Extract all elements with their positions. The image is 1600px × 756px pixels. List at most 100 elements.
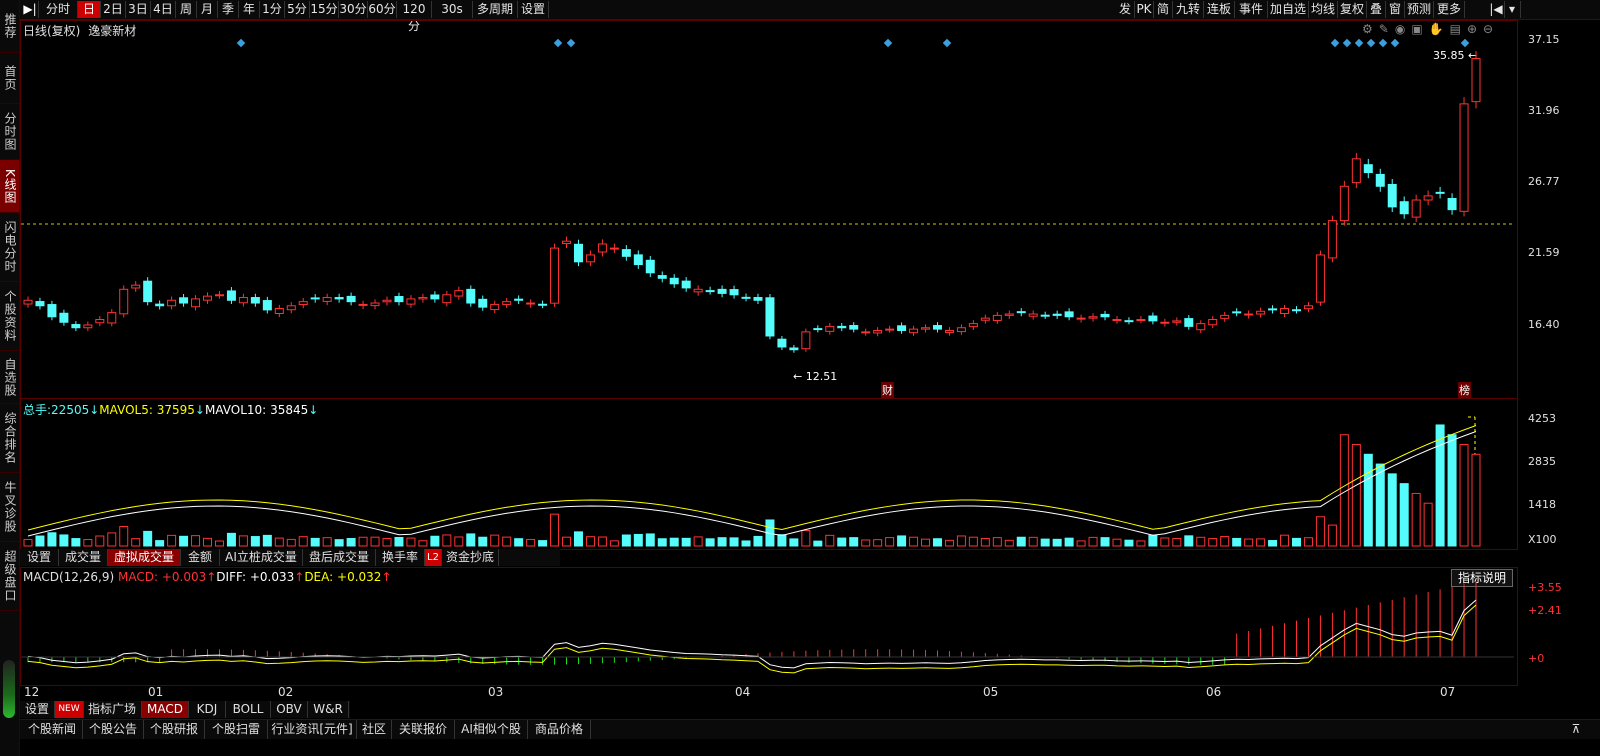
volume-bar xyxy=(131,538,141,547)
candle-body xyxy=(1160,321,1170,324)
volume-bar xyxy=(801,529,811,547)
candle-body xyxy=(418,297,428,300)
volume-bar xyxy=(526,538,536,547)
candle-body xyxy=(1028,313,1038,317)
candle-body xyxy=(1016,311,1026,314)
volume-bar xyxy=(621,534,631,547)
candle-body xyxy=(526,302,536,305)
candle-body xyxy=(1280,308,1290,314)
volume-bar xyxy=(1447,434,1457,547)
candle-body xyxy=(514,298,524,301)
candle-body xyxy=(203,295,213,301)
volume-bar xyxy=(71,538,81,547)
candle-body xyxy=(1040,314,1050,317)
candle-body xyxy=(274,308,284,314)
candle-body xyxy=(1339,185,1349,222)
candle-body xyxy=(944,329,954,333)
volume-bar xyxy=(1076,540,1086,547)
candle-body xyxy=(729,289,739,296)
volume-bar xyxy=(992,537,1002,547)
candle-body xyxy=(1268,308,1278,311)
volume-bar xyxy=(191,535,201,547)
candle-body xyxy=(1471,58,1481,103)
volume-bar xyxy=(502,536,512,547)
volume-bar xyxy=(1088,536,1098,547)
candle-body xyxy=(705,290,715,293)
volume-bar xyxy=(729,537,739,547)
candle-body xyxy=(1435,191,1445,194)
volume-bar xyxy=(897,535,907,547)
candle-body xyxy=(502,301,512,305)
candle-body xyxy=(322,297,332,302)
volume-bar xyxy=(179,535,189,547)
candle-body xyxy=(645,259,655,274)
volume-bar xyxy=(346,538,356,547)
volume-bar xyxy=(1375,463,1385,547)
volume-bar xyxy=(1363,453,1373,547)
candle-body xyxy=(47,304,57,318)
candle-body xyxy=(382,299,392,303)
volume-bar xyxy=(466,533,476,547)
candle-body xyxy=(921,327,931,330)
volume-bar xyxy=(1184,535,1194,547)
candle-body xyxy=(83,324,93,329)
candle-body xyxy=(1100,313,1110,318)
volume-bar xyxy=(490,534,500,547)
candle-body xyxy=(155,303,165,307)
volume-bar xyxy=(1112,538,1122,547)
candle-body xyxy=(801,331,811,350)
volume-bar xyxy=(1232,537,1242,547)
candle-body xyxy=(71,324,81,329)
candle-body xyxy=(1220,314,1230,319)
chart-graphics xyxy=(21,38,1514,674)
candle-body xyxy=(119,288,129,315)
volume-bar xyxy=(1268,540,1278,547)
candle-body xyxy=(873,329,883,334)
volume-bar xyxy=(286,538,296,547)
volume-bar xyxy=(250,536,260,547)
candle-body xyxy=(478,298,488,308)
candle-body xyxy=(992,314,1002,321)
volume-bar xyxy=(717,537,727,547)
volume-bar xyxy=(789,538,799,547)
event-marker xyxy=(1378,38,1388,48)
event-marker xyxy=(1366,38,1376,48)
candle-body xyxy=(1184,318,1194,327)
candle-body xyxy=(669,277,679,285)
volume-bar xyxy=(693,536,703,547)
candle-body xyxy=(633,254,643,266)
volume-bar xyxy=(1435,424,1445,547)
volume-bar xyxy=(1471,453,1481,547)
candle-body xyxy=(621,249,631,257)
candle-body xyxy=(956,327,966,333)
volume-bar xyxy=(597,536,607,547)
volume-bar xyxy=(310,537,320,547)
volume-bar xyxy=(107,532,117,547)
candle-body xyxy=(837,325,847,329)
volume-bar xyxy=(274,537,284,547)
event-marker xyxy=(883,38,893,48)
candle-body xyxy=(1124,320,1134,323)
volume-bar xyxy=(980,537,990,547)
candle-body xyxy=(226,290,236,301)
candle-body xyxy=(406,298,416,305)
volume-bar xyxy=(562,536,572,547)
volume-bar xyxy=(633,533,643,547)
candle-body xyxy=(1244,313,1254,316)
candle-body xyxy=(298,301,308,306)
candle-body xyxy=(191,298,201,308)
volume-bar xyxy=(669,537,679,547)
volume-bar xyxy=(514,538,524,547)
volume-bar xyxy=(59,534,69,547)
candle-body xyxy=(1327,220,1337,259)
candle-body xyxy=(585,254,595,263)
candle-body xyxy=(681,280,691,289)
event-marker xyxy=(1342,38,1352,48)
volume-bar xyxy=(968,536,978,547)
volume-bar xyxy=(167,534,177,547)
candle-body xyxy=(861,331,871,334)
volume-bar xyxy=(143,530,153,547)
candle-body xyxy=(179,297,189,304)
candle-body xyxy=(466,288,476,304)
candle-body xyxy=(753,297,763,301)
